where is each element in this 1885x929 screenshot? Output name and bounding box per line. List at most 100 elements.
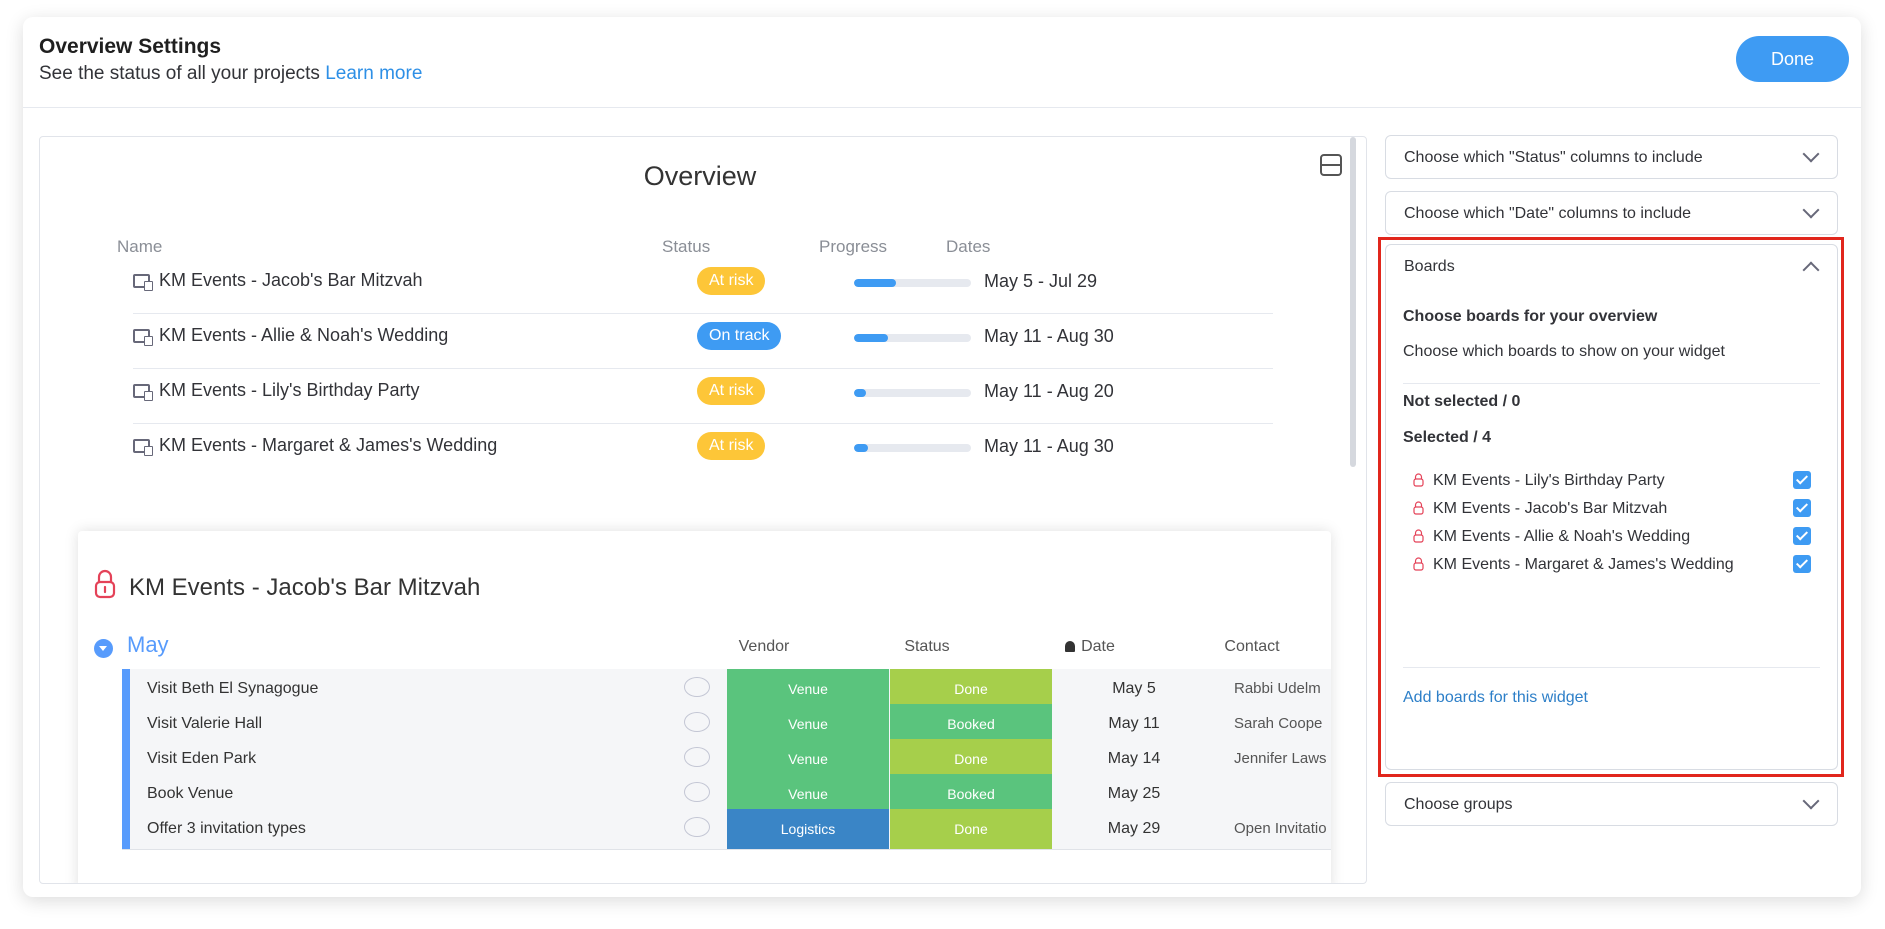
board-icon xyxy=(133,439,153,456)
board-option-label: KM Events - Jacob's Bar Mitzvah xyxy=(1433,500,1668,517)
vendor-cell[interactable]: Venue xyxy=(727,774,889,814)
comment-icon[interactable] xyxy=(684,712,710,732)
status-badge: On track xyxy=(697,322,782,350)
item-name[interactable]: Offer 3 invitation types xyxy=(147,820,306,838)
overview-row[interactable]: KM Events - Jacob's Bar Mitzvah At risk … xyxy=(133,252,1273,314)
overview-row[interactable]: KM Events - Margaret & James's Wedding A… xyxy=(133,417,1273,479)
not-selected-count: Not selected / 0 xyxy=(1403,393,1521,410)
status-cell[interactable]: Booked xyxy=(890,774,1052,814)
board-checkbox[interactable] xyxy=(1793,499,1811,517)
board-checkbox[interactable] xyxy=(1793,471,1811,489)
row-name: KM Events - Jacob's Bar Mitzvah xyxy=(159,270,423,290)
item-name[interactable]: Visit Beth El Synagogue xyxy=(147,680,318,698)
vendor-cell[interactable]: Logistics xyxy=(727,809,889,849)
date-cell[interactable]: May 29 xyxy=(1053,809,1215,849)
status-cell[interactable]: Done xyxy=(890,739,1052,779)
date-columns-label: Choose which "Date" columns to include xyxy=(1404,205,1692,222)
comment-icon[interactable] xyxy=(684,747,710,767)
contact-cell[interactable]: Open Invitatio xyxy=(1216,809,1331,849)
vendor-cell[interactable]: Venue xyxy=(727,704,889,744)
group-name[interactable]: May xyxy=(127,632,169,658)
group-collapse-icon[interactable] xyxy=(94,639,113,658)
col-header-date-label: Date xyxy=(1081,638,1115,655)
board-checkbox[interactable] xyxy=(1793,527,1811,545)
chevron-down-icon xyxy=(1802,201,1820,219)
chevron-down-icon xyxy=(1802,792,1820,810)
contact-cell[interactable] xyxy=(1216,774,1331,814)
item-name[interactable]: Visit Valerie Hall xyxy=(147,715,262,733)
item-name[interactable]: Visit Eden Park xyxy=(147,750,256,768)
board-option[interactable]: KM Events - Allie & Noah's Wedding xyxy=(1413,525,1823,553)
date-cell[interactable]: May 25 xyxy=(1053,774,1215,814)
item-name[interactable]: Book Venue xyxy=(147,785,233,803)
learn-more-link[interactable]: Learn more xyxy=(325,63,422,84)
board-option[interactable]: KM Events - Lily's Birthday Party xyxy=(1413,469,1823,497)
contact-cell[interactable]: Jennifer Laws xyxy=(1216,739,1331,779)
date-cell[interactable]: May 11 xyxy=(1053,704,1215,744)
table-row[interactable]: Offer 3 invitation types Logistics Done … xyxy=(122,809,1331,850)
col-header-status: Status xyxy=(904,638,950,655)
vendor-cell[interactable]: Venue xyxy=(727,739,889,779)
contact-cell[interactable]: Sarah Coope xyxy=(1216,704,1331,744)
divider xyxy=(1403,667,1820,668)
boards-section: Boards Choose boards for your overview C… xyxy=(1385,244,1838,770)
progress-fill xyxy=(854,389,866,397)
row-name: KM Events - Lily's Birthday Party xyxy=(159,380,420,400)
board-option-label: KM Events - Allie & Noah's Wedding xyxy=(1433,528,1691,545)
lock-icon xyxy=(1413,473,1424,487)
subtitle-text: See the status of all your projects xyxy=(39,63,320,84)
status-cell[interactable]: Done xyxy=(890,669,1052,709)
board-preview-card: KM Events - Jacob's Bar Mitzvah May Vend… xyxy=(78,531,1331,883)
board-icon xyxy=(133,274,153,291)
date-columns-dropdown[interactable]: Choose which "Date" columns to include xyxy=(1385,191,1838,235)
lock-icon xyxy=(1413,557,1424,571)
progress-bar xyxy=(854,334,971,342)
overview-title: Overview xyxy=(643,161,757,191)
board-checkbox[interactable] xyxy=(1793,555,1811,573)
collapse-icon[interactable] xyxy=(1320,154,1342,176)
boards-label[interactable]: Boards xyxy=(1404,258,1455,276)
date-cell[interactable]: May 5 xyxy=(1053,669,1215,709)
group-color-bar xyxy=(122,739,130,779)
board-option[interactable]: KM Events - Jacob's Bar Mitzvah xyxy=(1413,497,1823,525)
choose-groups-dropdown[interactable]: Choose groups xyxy=(1385,782,1838,826)
lock-icon xyxy=(1413,529,1424,543)
date-cell[interactable]: May 14 xyxy=(1053,739,1215,779)
add-boards-link[interactable]: Add boards for this widget xyxy=(1403,689,1588,707)
chevron-up-icon[interactable] xyxy=(1802,261,1820,279)
status-badge: At risk xyxy=(697,267,766,295)
chevron-down-icon xyxy=(1802,145,1820,163)
row-dates: May 11 - Aug 30 xyxy=(984,326,1114,346)
comment-icon[interactable] xyxy=(684,782,710,802)
board-option-label: KM Events - Lily's Birthday Party xyxy=(1433,472,1665,489)
col-header-contact: Contact xyxy=(1224,638,1280,655)
lock-icon xyxy=(1413,501,1424,515)
status-cell[interactable]: Done xyxy=(890,809,1052,849)
progress-bar xyxy=(854,389,971,397)
overview-row[interactable]: KM Events - Lily's Birthday Party At ris… xyxy=(133,362,1273,424)
overview-row[interactable]: KM Events - Allie & Noah's Wedding On tr… xyxy=(133,307,1273,369)
progress-bar xyxy=(854,444,971,452)
progress-fill xyxy=(854,334,888,342)
contact-cell[interactable]: Rabbi Udelm xyxy=(1216,669,1331,709)
status-columns-dropdown[interactable]: Choose which "Status" columns to include xyxy=(1385,135,1838,179)
group-color-bar xyxy=(122,774,130,814)
bell-icon xyxy=(1065,641,1076,652)
board-option[interactable]: KM Events - Margaret & James's Wedding xyxy=(1413,553,1823,581)
divider xyxy=(1403,383,1820,384)
group-color-bar xyxy=(122,704,130,744)
status-cell[interactable]: Booked xyxy=(890,704,1052,744)
comment-icon[interactable] xyxy=(684,677,710,697)
lock-icon xyxy=(94,569,116,599)
done-button[interactable]: Done xyxy=(1736,36,1849,82)
vendor-cell[interactable]: Venue xyxy=(727,669,889,709)
board-icon xyxy=(133,329,153,346)
status-badge: At risk xyxy=(697,432,766,460)
boards-description: Choose which boards to show on your widg… xyxy=(1403,343,1725,360)
preview-scrollbar[interactable] xyxy=(1350,137,1356,467)
modal-header: Overview Settings See the status of all … xyxy=(23,17,1861,108)
progress-fill xyxy=(854,444,869,452)
row-name: KM Events - Margaret & James's Wedding xyxy=(159,435,498,455)
comment-icon[interactable] xyxy=(684,817,710,837)
group-color-bar xyxy=(122,809,130,849)
